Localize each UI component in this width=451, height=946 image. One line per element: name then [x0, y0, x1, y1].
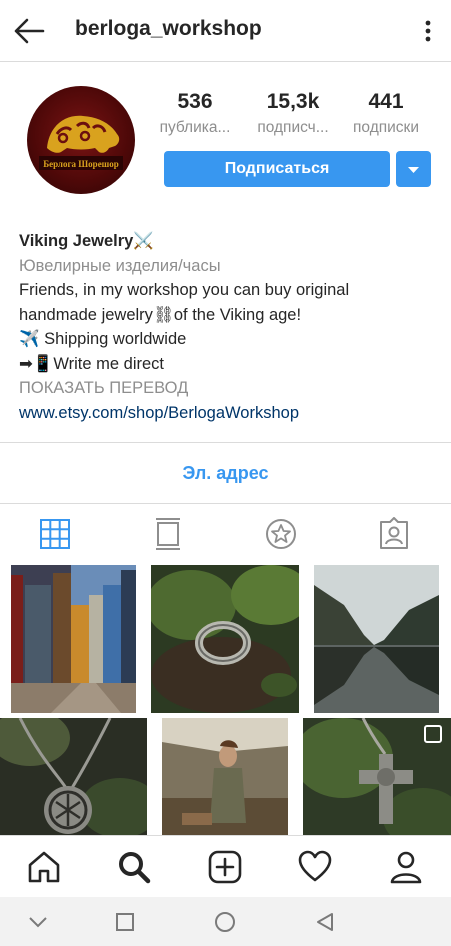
system-navigation-bar: [0, 897, 451, 946]
stat-posts-value: 536: [177, 90, 213, 113]
email-button[interactable]: Эл. адрес: [0, 443, 451, 503]
bio-contact-text: Write me direct: [53, 354, 165, 373]
bio-shipping-text: Shipping worldwide: [39, 330, 187, 348]
celtic-pendant-necklace-photo: [0, 718, 147, 835]
tagged-icon[interactable]: [377, 517, 411, 551]
post-thumbnail[interactable]: [151, 565, 299, 713]
viking-ring-on-moss-photo: [151, 565, 299, 713]
back-triangle-icon[interactable]: [313, 910, 337, 934]
viking-reenactor-tent-photo: [162, 718, 288, 835]
search-icon[interactable]: [116, 849, 152, 885]
stat-posts-label: публика...: [159, 119, 231, 136]
bio-line-2: handmade jewelry⛓of the Viking age!: [19, 305, 302, 324]
divider: [0, 503, 451, 504]
bio-name-line: Viking Jewelry⚔️: [19, 229, 439, 254]
top-bar: berloga_workshop: [0, 0, 451, 62]
square-icon[interactable]: [113, 910, 137, 934]
circle-icon[interactable]: [213, 910, 237, 934]
chevron-down-icon[interactable]: [26, 910, 50, 934]
stat-following-label: подписки: [353, 119, 419, 136]
back-arrow-icon[interactable]: [12, 16, 46, 46]
phone-arrow-icon: ➡📱: [19, 354, 54, 373]
post-thumbnail[interactable]: [303, 718, 451, 835]
bottom-navigation: [0, 835, 451, 897]
airplane-icon: ✈️: [19, 330, 40, 348]
stat-followers-value: 15,3k: [266, 90, 320, 113]
avatar[interactable]: Берлога Шорешор: [27, 86, 135, 194]
profile-tabs: [0, 505, 451, 563]
bio-category: Ювелирные изделия/часы: [19, 256, 221, 275]
stat-posts[interactable]: 536 публика...: [150, 90, 240, 137]
bio-website-link[interactable]: www.etsy.com/shop/BerlogaWorkshop: [19, 401, 439, 426]
post-thumbnail[interactable]: [11, 565, 136, 713]
more-vertical-icon[interactable]: [420, 16, 436, 46]
profile-icon[interactable]: [388, 849, 424, 885]
profile-bio: Viking Jewelry⚔️ Ювелирные изделия/часы …: [19, 229, 439, 425]
profile-username: berloga_workshop: [75, 17, 262, 40]
fjord-landscape-photo: [314, 565, 439, 713]
caret-down-icon: [408, 167, 419, 173]
crossed-swords-icon: ⚔️: [133, 232, 154, 250]
show-translation-link[interactable]: ПОКАЗАТЬ ПЕРЕВОД: [19, 376, 439, 401]
suggestions-dropdown-button[interactable]: [396, 151, 431, 187]
heart-icon[interactable]: [297, 849, 333, 885]
stat-following[interactable]: 441 подписки: [341, 90, 431, 137]
stat-followers-label: подписч...: [257, 119, 329, 136]
bio-line-1: Friends, in my workshop you can buy orig…: [19, 281, 350, 299]
post-thumbnail[interactable]: [314, 565, 439, 713]
berloga-workshop-logo: Берлога Шорешор: [39, 115, 123, 170]
bergen-street-photo: [11, 565, 136, 713]
guides-icon[interactable]: [264, 517, 298, 551]
post-thumbnail[interactable]: [162, 718, 288, 835]
posts-grid: [0, 563, 451, 835]
stat-followers[interactable]: 15,3k подписч...: [248, 90, 338, 137]
add-post-icon[interactable]: [207, 849, 243, 885]
bio-line-4: ➡📱Write me direct: [19, 352, 439, 377]
home-icon[interactable]: [26, 849, 62, 885]
feed-icon[interactable]: [151, 517, 185, 551]
silver-cross-pendant-photo: [303, 718, 451, 835]
avatar-logo-text: Берлога Шорешор: [43, 159, 119, 169]
bio-name: Viking Jewelry: [19, 232, 134, 250]
post-thumbnail[interactable]: [0, 718, 147, 835]
follow-button[interactable]: Подписаться: [164, 151, 390, 187]
stat-following-value: 441: [368, 90, 404, 113]
grid-icon[interactable]: [38, 517, 72, 551]
bio-line-3: ✈️ Shipping worldwide: [19, 327, 439, 352]
